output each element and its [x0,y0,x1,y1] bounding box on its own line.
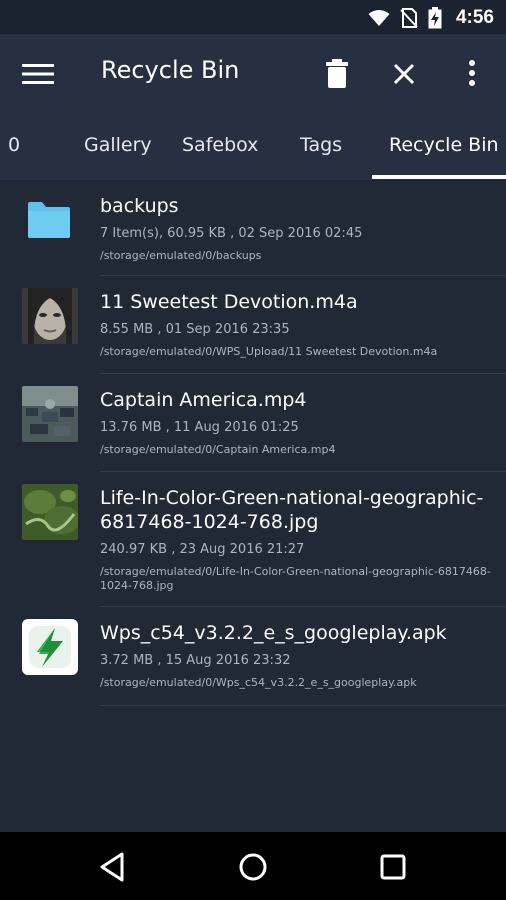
image-thumbnail [22,484,78,540]
tab-bar: 0 Gallery Safebox Tags Recycle Bin [0,114,506,180]
tab-safebox[interactable]: Safebox [182,134,258,156]
list-item[interactable]: 11 Sweetest Devotion.m4a 8.55 MB , 01 Se… [22,276,506,374]
file-meta: 240.97 KB , 23 Aug 2016 21:27 [100,542,305,557]
file-path: /storage/emulated/0/Life-In-Color-Green-… [100,565,491,592]
file-name: Wps_c54_v3.2.2_e_s_googleplay.apk [100,622,447,644]
list-item[interactable]: Wps_c54_v3.2.2_e_s_googleplay.apk 3.72 M… [22,607,506,706]
no-sim-icon [400,8,418,28]
video-thumbnail [22,386,78,442]
more-vert-icon[interactable] [454,56,490,92]
file-path: /storage/emulated/0/Captain America.mp4 [100,443,336,456]
file-list: backups 7 Item(s), 60.95 KB , 02 Sep 201… [0,180,506,706]
close-icon[interactable] [386,56,422,92]
recents-icon[interactable] [376,850,410,884]
apk-icon [22,619,78,675]
file-meta: 3.72 MB , 15 Aug 2016 23:32 [100,653,291,668]
navigation-bar [0,832,506,900]
file-meta: 13.76 MB , 11 Aug 2016 01:25 [100,420,299,435]
file-path: /storage/emulated/0/backups [100,249,262,262]
tab-recycle-bin[interactable]: Recycle Bin [389,134,499,156]
trash-icon[interactable] [319,56,355,92]
file-meta: 8.55 MB , 01 Sep 2016 23:35 [100,322,290,337]
status-icons: 4:56 [368,7,494,29]
status-time: 4:56 [455,7,494,28]
album-art-thumbnail [22,288,78,344]
page-title: Recycle Bin [101,56,240,84]
status-bar: 4:56 [0,0,506,34]
list-item[interactable]: Life-In-Color-Green-national-geographic-… [22,472,506,607]
tab-gallery[interactable]: Gallery [84,134,152,156]
file-path: /storage/emulated/0/Wps_c54_v3.2.2_e_s_g… [100,676,417,689]
wifi-icon [368,10,390,26]
file-name: Captain America.mp4 [100,389,307,411]
tab-indicator [372,175,506,179]
app-bar: Recycle Bin [0,34,506,114]
battery-charging-icon [428,7,442,29]
back-icon[interactable] [96,850,130,884]
tab-0[interactable]: 0 [8,134,20,156]
tab-tags[interactable]: Tags [300,134,342,156]
menu-icon[interactable] [22,60,56,88]
file-name: 11 Sweetest Devotion.m4a [100,291,358,313]
file-meta: 7 Item(s), 60.95 KB , 02 Sep 2016 02:45 [100,226,363,241]
folder-icon [28,202,70,238]
file-name: Life-In-Color-Green-national-geographic-… [100,487,484,533]
file-path: /storage/emulated/0/WPS_Upload/11 Sweete… [100,345,438,358]
file-name: backups [100,195,179,217]
home-icon[interactable] [236,850,270,884]
list-item[interactable]: backups 7 Item(s), 60.95 KB , 02 Sep 201… [28,180,506,276]
list-item[interactable]: Captain America.mp4 13.76 MB , 11 Aug 20… [22,374,506,472]
